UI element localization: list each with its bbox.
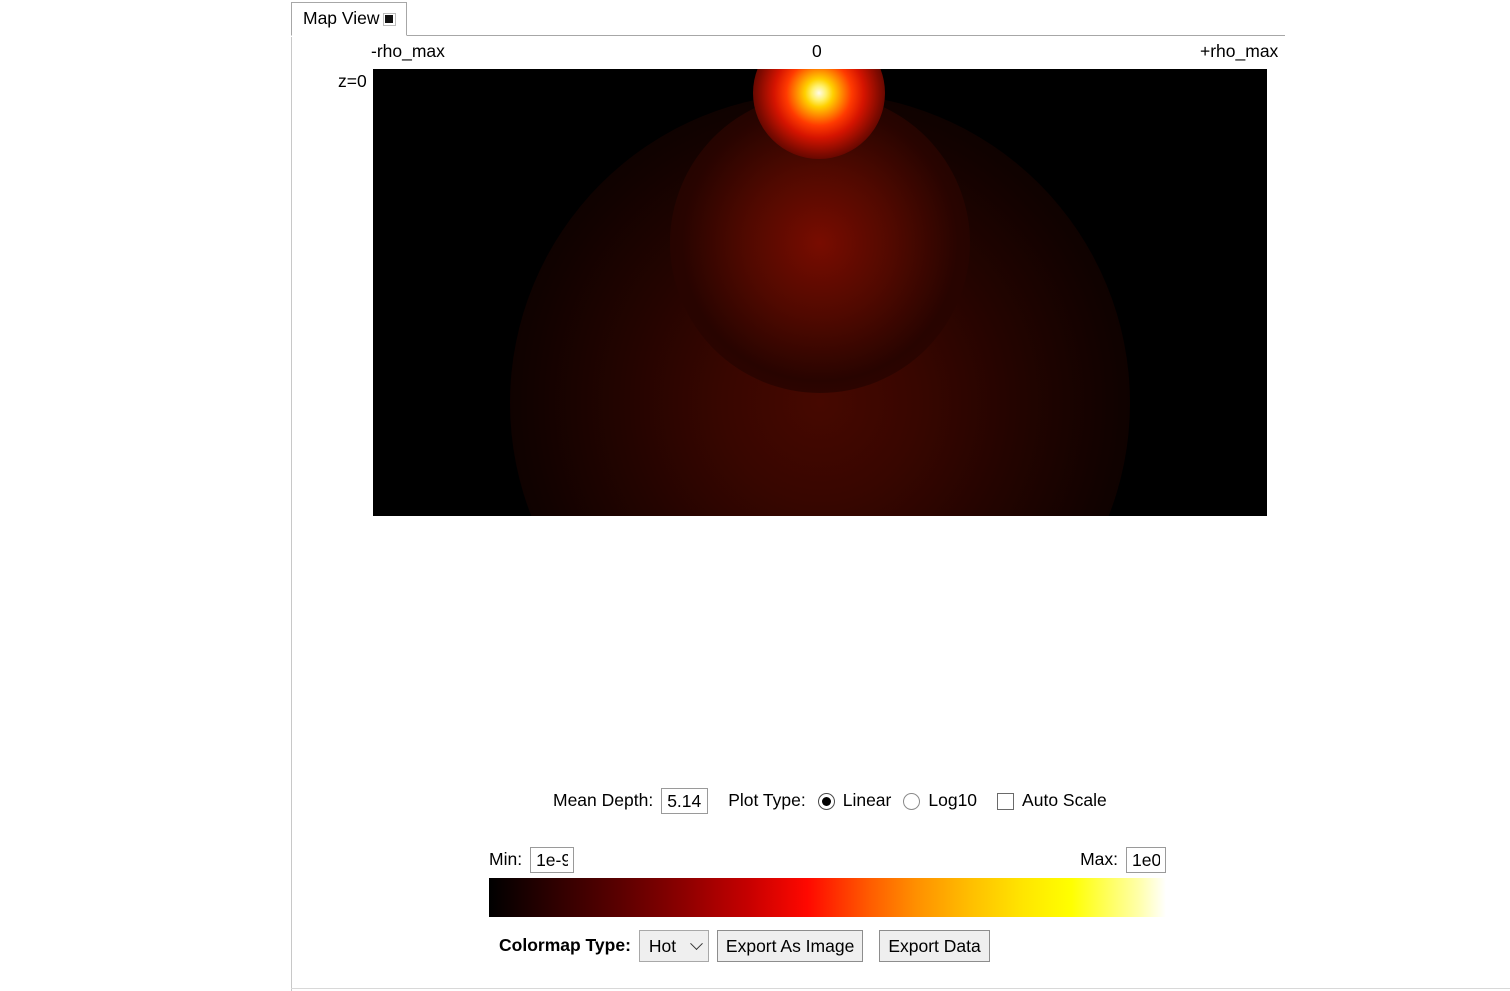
colorbar-legend <box>489 878 1166 917</box>
x-axis-label-right: +rho_max <box>1200 41 1279 61</box>
auto-scale-label[interactable]: Auto Scale <box>1022 792 1107 810</box>
filled-square-icon[interactable] <box>382 12 396 26</box>
tab-strip: Map View <box>291 0 1510 37</box>
mean-depth-label: Mean Depth: <box>553 790 654 811</box>
export-as-image-button[interactable]: Export As Image <box>716 930 864 962</box>
tab-map-view-label: Map View <box>303 8 380 29</box>
colormap-type-value: Hot <box>648 935 677 956</box>
max-label: Max: <box>1080 849 1118 870</box>
auto-scale-checkbox[interactable] <box>997 792 1015 810</box>
max-group: Max: <box>1080 847 1166 873</box>
plot-type-radio-log10[interactable] <box>903 792 921 810</box>
tab-map-view[interactable]: Map View <box>291 2 407 36</box>
plot-settings-row: Mean Depth: Plot Type: Linear Log10 Auto… <box>553 788 1107 814</box>
min-input[interactable] <box>530 847 575 873</box>
colormap-export-row: Colormap Type: Hot Export As Image Expor… <box>499 930 990 962</box>
map-plot-canvas[interactable] <box>373 69 1267 516</box>
max-input[interactable] <box>1126 847 1166 873</box>
x-axis-label-center: 0 <box>812 41 822 61</box>
plot-type-radio-linear[interactable] <box>817 792 835 810</box>
export-data-button[interactable]: Export Data <box>879 930 990 962</box>
colormap-type-select[interactable]: Hot <box>638 930 709 962</box>
scale-range-row: Min: Max: <box>489 847 1166 873</box>
chevron-down-icon <box>690 936 703 950</box>
plot-type-label: Plot Type: <box>728 790 806 811</box>
tab-strip-underline <box>291 35 1285 36</box>
y-axis-label-top: z=0 <box>338 71 367 91</box>
plot-type-log10-label[interactable]: Log10 <box>928 792 977 810</box>
plot-type-linear-label[interactable]: Linear <box>843 792 892 810</box>
min-group: Min: <box>489 847 575 873</box>
bottom-divider <box>291 988 1510 989</box>
map-view-window: Map View -rho_max 0 +rho_max z=0 Mean De… <box>0 0 1510 991</box>
left-panel-divider <box>291 37 292 991</box>
mean-depth-input[interactable] <box>661 788 709 814</box>
colormap-type-label: Colormap Type: <box>499 935 631 956</box>
min-label: Min: <box>489 849 523 870</box>
x-axis-label-left: -rho_max <box>371 41 445 61</box>
